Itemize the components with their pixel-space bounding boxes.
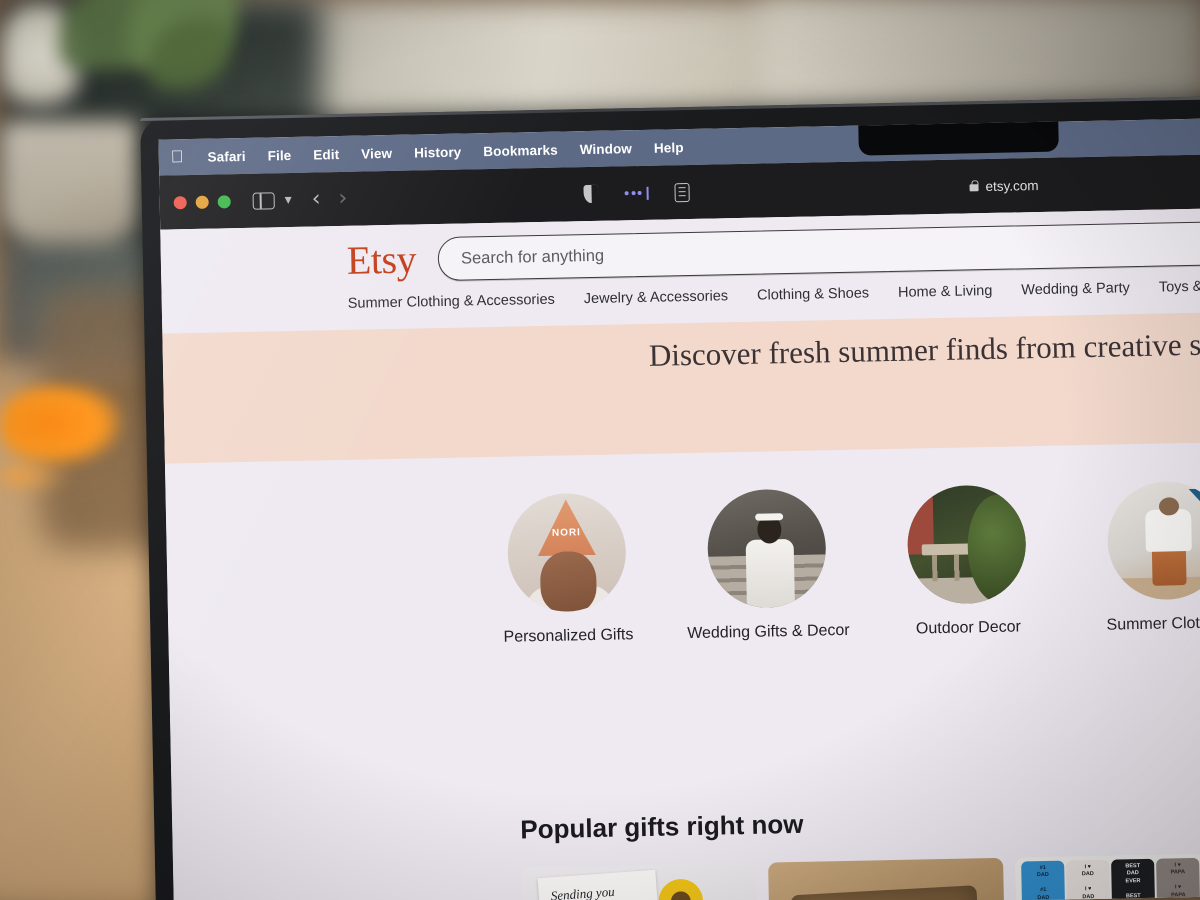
product-card[interactable]: #1DAD#1DAD#1DAD I ♥DADI ♥DADI ♥DAD BESTD…: [1015, 852, 1200, 900]
circle-category-label: Outdoor Decor: [915, 618, 1022, 638]
nav-item-clothing-shoes[interactable]: Clothing & Shoes: [757, 285, 869, 303]
circle-category-label: Wedding Gifts & Decor: [687, 621, 850, 643]
product-grid: Sending you Sunshine Thinking of You - S…: [521, 848, 1200, 900]
product-image-succulent-gift-box[interactable]: Sending you Sunshine: [521, 862, 760, 900]
personalized-gifts-thumbnail: [506, 492, 627, 613]
url-text: etsy.com: [985, 177, 1039, 194]
background-orange-object: [0, 385, 120, 465]
etsy-page: Etsy Summer Clothing & Accessories Jewel…: [160, 206, 1200, 900]
nav-item-wedding-party[interactable]: Wedding & Party: [1021, 280, 1130, 298]
menu-item-view[interactable]: View: [361, 145, 392, 161]
circle-category-wedding-gifts-decor[interactable]: Wedding Gifts & Decor: [666, 488, 869, 644]
popular-gifts-heading: Popular gifts right now: [520, 808, 804, 845]
outdoor-decor-thumbnail: [906, 484, 1027, 605]
close-button[interactable]: [173, 195, 187, 209]
lock-icon: [969, 184, 979, 192]
circle-category-outdoor-decor[interactable]: Outdoor Decor: [866, 483, 1069, 639]
reader-view-icon[interactable]: [673, 182, 690, 202]
product-card[interactable]: Custom Photo Wallet ,Leather Wallet, Han…: [768, 857, 1009, 900]
summer-clothing-thumbnail: [1106, 480, 1200, 601]
nav-item-home-living[interactable]: Home & Living: [898, 283, 993, 301]
circle-category-label: Summer Clothing: [1106, 614, 1200, 634]
window-controls[interactable]: [173, 194, 231, 209]
wedding-gifts-thumbnail: [706, 488, 827, 609]
back-chevron-icon[interactable]: ‹: [311, 186, 320, 211]
product-image-custom-photo-wallet[interactable]: [768, 857, 1007, 900]
background-plant-pot: [0, 120, 140, 245]
nav-item-jewelry-accessories[interactable]: Jewelry & Accessories: [584, 288, 729, 307]
forward-chevron-icon[interactable]: ›: [338, 186, 347, 211]
laptop-screen:  Safari File Edit View History Bookmark…: [158, 116, 1200, 900]
circle-category-personalized-gifts[interactable]: Personalized Gifts: [466, 492, 669, 648]
nav-item-summer-clothing-accessories[interactable]: Summer Clothing & Accessories: [348, 292, 555, 312]
shield-icon[interactable]: [583, 184, 599, 204]
sidebar-icon[interactable]: [252, 191, 275, 210]
zoom-button[interactable]: [217, 194, 231, 208]
nav-item-toys-entertainment[interactable]: Toys & Entertainment: [1159, 277, 1200, 296]
circle-category-label: Personalized Gifts: [503, 626, 634, 646]
menu-item-bookmarks[interactable]: Bookmarks: [483, 142, 558, 158]
menu-item-history[interactable]: History: [414, 144, 462, 160]
search-bar[interactable]: [437, 219, 1200, 282]
background-orange-object-tail: [0, 465, 70, 487]
search-input[interactable]: [460, 232, 1200, 269]
menu-item-safari[interactable]: Safari: [207, 148, 245, 164]
laptop:  Safari File Edit View History Bookmark…: [140, 96, 1200, 900]
address-bar[interactable]: etsy.com: [969, 177, 1039, 194]
minimize-button[interactable]: [195, 195, 209, 209]
more-dots-icon[interactable]: [624, 186, 649, 200]
menu-item-window[interactable]: Window: [580, 141, 633, 157]
menu-item-help[interactable]: Help: [654, 140, 684, 156]
hero-banner: Discover fresh summer finds from creativ…: [162, 310, 1200, 464]
product-card[interactable]: Sending you Sunshine Thinking of You - S…: [521, 862, 762, 900]
chevron-down-icon[interactable]: ▾: [285, 192, 292, 208]
product-image-custom-face-socks[interactable]: #1DAD#1DAD#1DAD I ♥DADI ♥DADI ♥DAD BESTD…: [1015, 852, 1200, 900]
menu-item-file[interactable]: File: [268, 147, 292, 162]
hero-title: Discover fresh summer finds from creativ…: [648, 326, 1200, 373]
gift-card-caption: Sending you Sunshine: [550, 883, 616, 900]
circle-category-row: Personalized Gifts Wedding Gifts & Decor…: [466, 479, 1200, 647]
circle-category-summer-clothing[interactable]: Summer Clothing: [1066, 479, 1200, 635]
menu-item-edit[interactable]: Edit: [313, 147, 339, 163]
etsy-logo[interactable]: Etsy: [346, 236, 416, 282]
apple-icon[interactable]: : [171, 147, 184, 167]
